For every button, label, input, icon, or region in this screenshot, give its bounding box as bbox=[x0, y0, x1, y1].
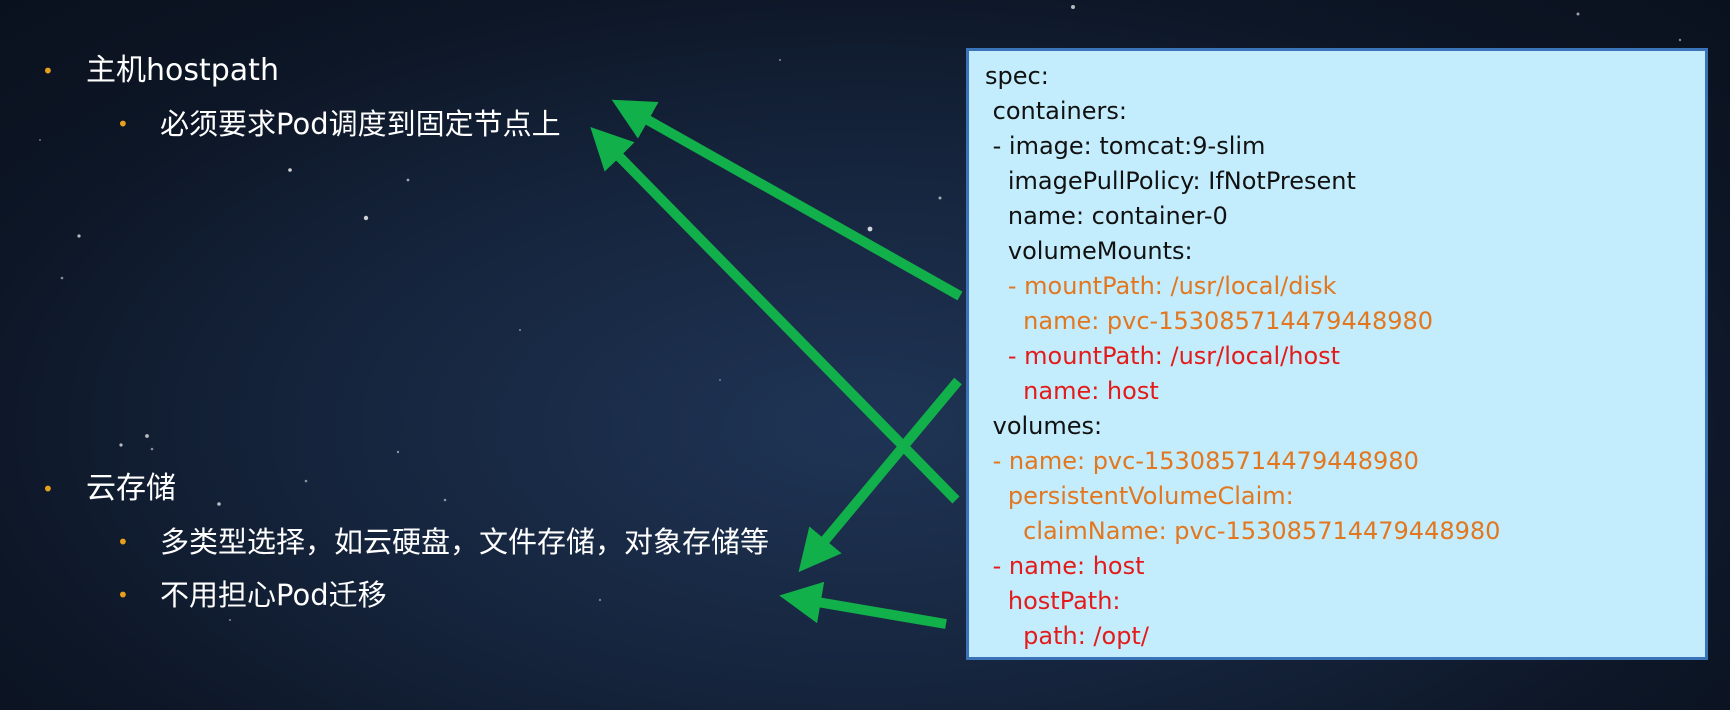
code-line: - mountPath: /usr/local/disk bbox=[985, 272, 1337, 300]
code-line: volumes: bbox=[985, 412, 1103, 440]
code-line: name: container-0 bbox=[985, 202, 1228, 230]
code-line: - mountPath: /usr/local/host bbox=[985, 342, 1341, 370]
code-line: persistentVolumeClaim: bbox=[985, 482, 1294, 510]
bullet-hostpath-requirement-text: 必须要求Pod调度到固定节点上 bbox=[160, 107, 561, 141]
code-line: containers: bbox=[985, 97, 1127, 125]
bullet-hostpath-text: 主机hostpath bbox=[86, 53, 279, 88]
code-line: hostPath: bbox=[985, 587, 1121, 615]
code-line: - image: tomcat:9-slim bbox=[985, 132, 1266, 160]
code-line: name: host bbox=[985, 377, 1159, 405]
bullet-cloud-storage: • 云存储 bbox=[42, 471, 176, 507]
code-line: - name: pvc-153085714479448980 bbox=[985, 447, 1419, 475]
code-line: volumeMounts: bbox=[985, 237, 1193, 265]
code-line: - name: host bbox=[985, 552, 1145, 580]
bullet-cloud-storage-text: 云存储 bbox=[86, 471, 176, 506]
bullet-cloud-migration-text: 不用担心Pod迁移 bbox=[160, 578, 387, 612]
code-line: name: pvc-153085714479448980 bbox=[985, 307, 1434, 335]
bullet-dot-icon: • bbox=[42, 477, 54, 501]
bullet-dot-icon: • bbox=[42, 59, 54, 83]
code-line: claimName: pvc-153085714479448980 bbox=[985, 517, 1501, 545]
bullet-dot-icon: • bbox=[117, 530, 129, 554]
code-line: imagePullPolicy: IfNotPresent bbox=[985, 167, 1356, 195]
bullet-cloud-migration: • 不用担心Pod迁移 bbox=[117, 577, 387, 613]
bullet-cloud-types-text: 多类型选择，如云硬盘，文件存储，对象存储等 bbox=[160, 525, 770, 559]
bullet-hostpath: • 主机hostpath bbox=[42, 53, 279, 89]
yaml-code-box: spec: containers: - image: tomcat:9-slim… bbox=[966, 48, 1708, 660]
bullet-hostpath-requirement: • 必须要求Pod调度到固定节点上 bbox=[117, 106, 561, 142]
code-line: path: /opt/ bbox=[985, 622, 1149, 650]
code-line: spec: bbox=[985, 62, 1049, 90]
bullet-dot-icon: • bbox=[117, 112, 129, 136]
bullet-cloud-types: • 多类型选择，如云硬盘，文件存储，对象存储等 bbox=[117, 524, 770, 560]
bullet-dot-icon: • bbox=[117, 583, 129, 607]
